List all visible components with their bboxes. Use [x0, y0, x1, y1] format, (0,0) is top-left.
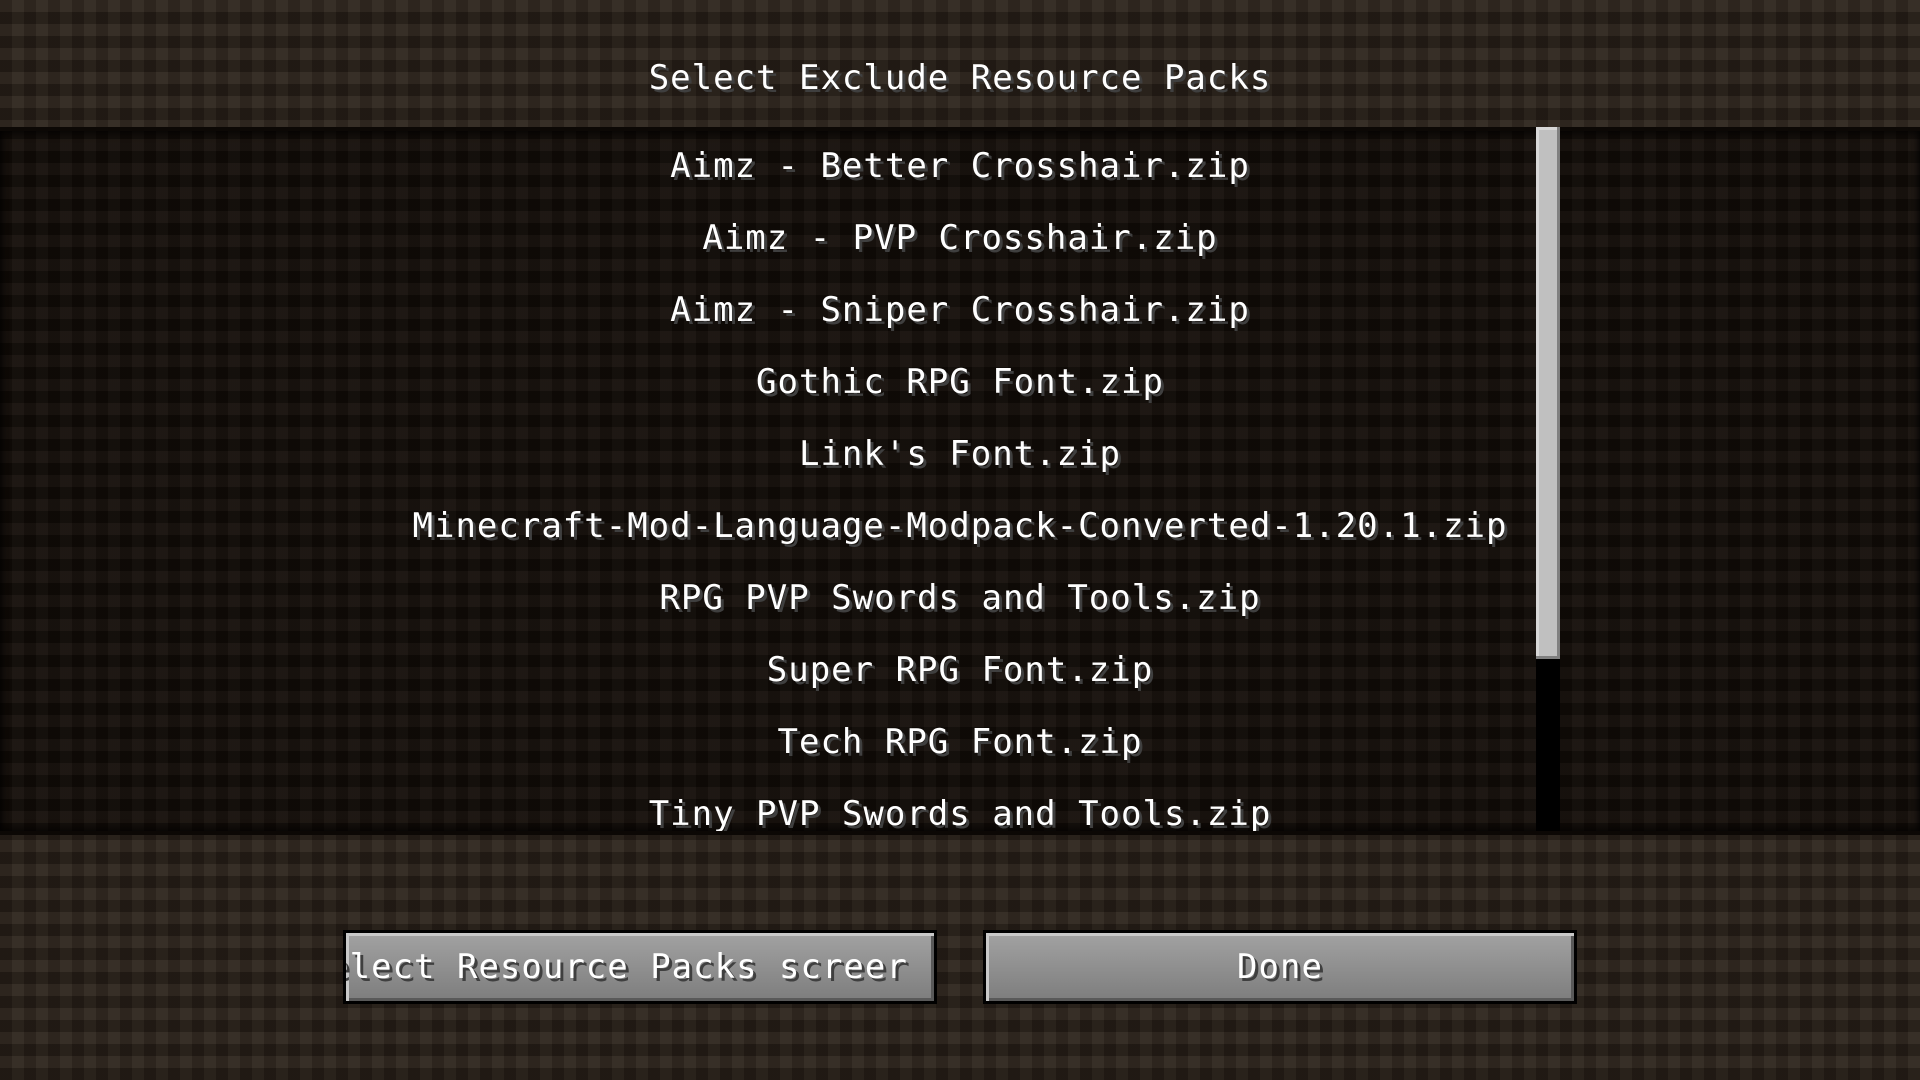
- list-item[interactable]: Gothic RPG Font.zip: [0, 347, 1536, 417]
- list-item[interactable]: Aimz - Sniper Crosshair.zip: [0, 275, 1536, 345]
- list-item[interactable]: Tiny PVP Swords and Tools.zip: [0, 779, 1536, 835]
- scrollbar-thumb[interactable]: [1536, 127, 1560, 659]
- select-resource-packs-screen-button-label: elect Resource Packs screer: [346, 947, 908, 987]
- list-item[interactable]: RPG PVP Swords and Tools.zip: [0, 563, 1536, 633]
- resource-pack-list-panel: Aimz - Better Crosshair.zip Aimz - PVP C…: [0, 127, 1920, 835]
- done-button-label: Done: [1237, 947, 1323, 987]
- resource-pack-list[interactable]: Aimz - Better Crosshair.zip Aimz - PVP C…: [0, 127, 1536, 835]
- select-resource-packs-screen-button[interactable]: elect Resource Packs screer: [343, 930, 937, 1004]
- screen-title: Select Exclude Resource Packs: [648, 58, 1272, 98]
- list-bottom-edge: [0, 831, 1920, 835]
- list-item[interactable]: Aimz - Better Crosshair.zip: [0, 131, 1536, 201]
- scrollbar-track[interactable]: [1536, 127, 1560, 835]
- list-item[interactable]: Super RPG Font.zip: [0, 635, 1536, 705]
- list-item[interactable]: Link's Font.zip: [0, 419, 1536, 489]
- list-item[interactable]: Minecraft-Mod-Language-Modpack-Converted…: [0, 491, 1536, 561]
- done-button[interactable]: Done: [983, 930, 1577, 1004]
- list-item[interactable]: Tech RPG Font.zip: [0, 707, 1536, 777]
- list-item[interactable]: Aimz - PVP Crosshair.zip: [0, 203, 1536, 273]
